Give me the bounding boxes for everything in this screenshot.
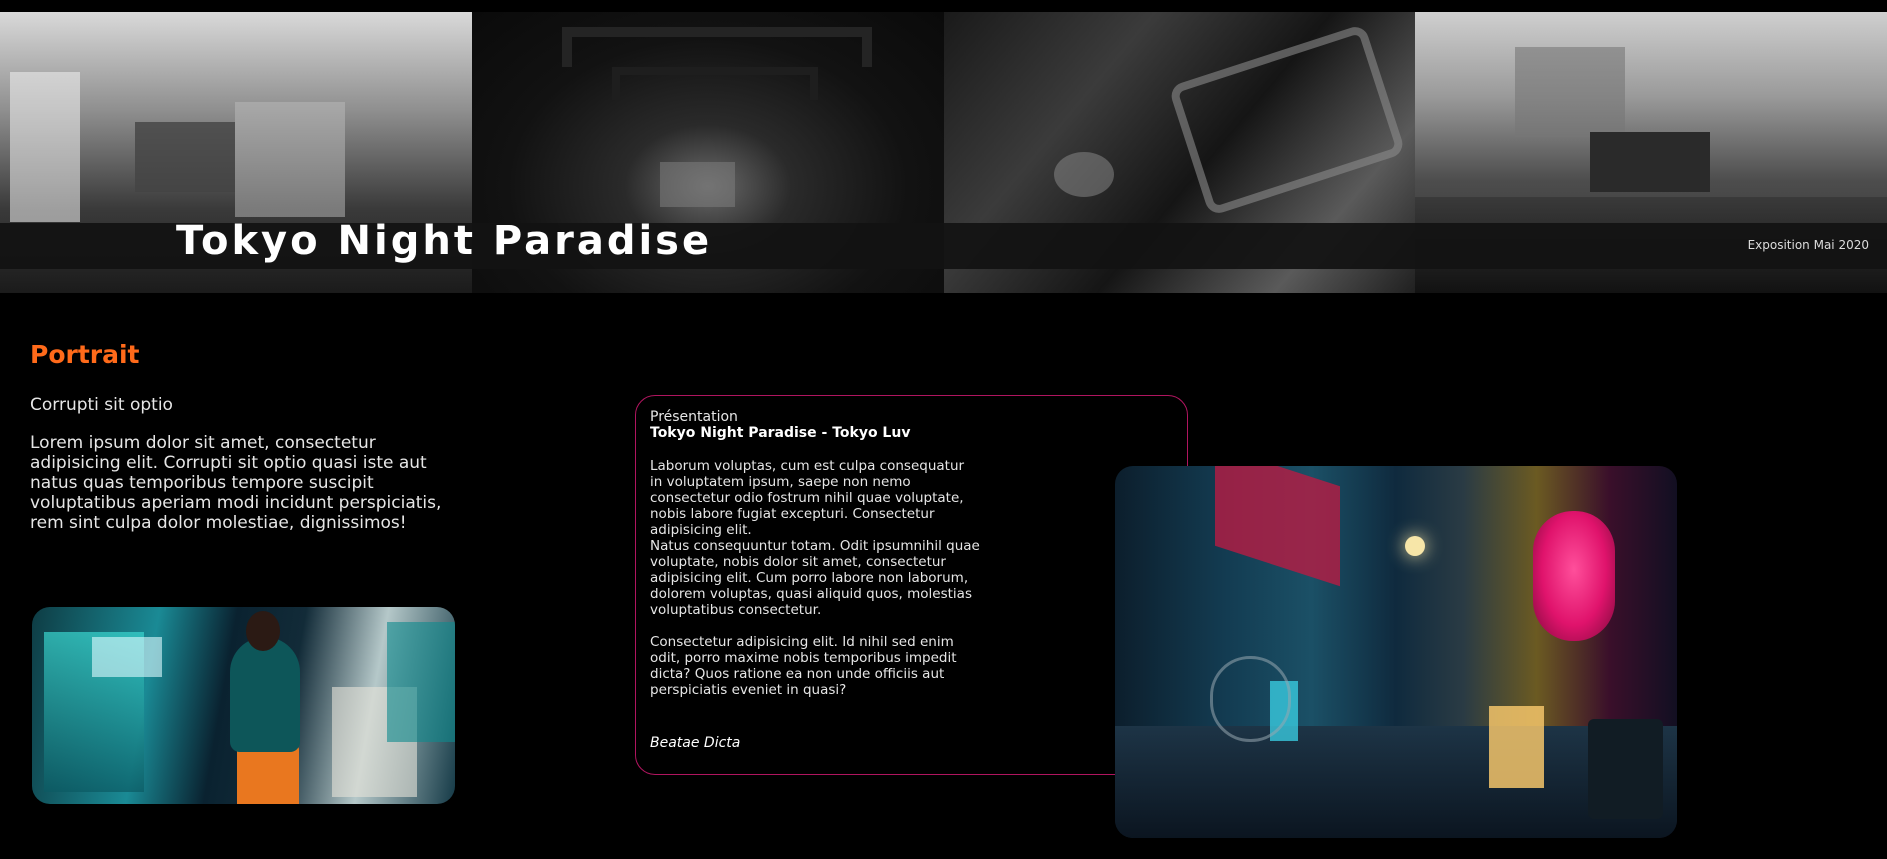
torii-frame xyxy=(561,27,872,67)
exhibition-date: Exposition Mai 2020 xyxy=(1747,238,1869,252)
awning-shape xyxy=(1215,466,1340,587)
billboard-shape xyxy=(92,637,162,677)
bicycle-shape xyxy=(1210,656,1291,742)
presentation-paragraph: Natus consequuntur totam. Odit ipsumnihi… xyxy=(650,538,980,618)
trash-can-shape xyxy=(1588,719,1663,819)
joystick-shape xyxy=(1053,152,1114,197)
street-light-shape xyxy=(1405,536,1425,556)
gate-shape xyxy=(1590,132,1711,192)
arcade-machine-shape xyxy=(1167,23,1406,217)
building-shape xyxy=(235,102,345,217)
tunnel-light xyxy=(659,162,735,207)
shop-sign-shape xyxy=(1489,706,1544,788)
presentation-paragraph: Laborum voluptas, cum est culpa consequa… xyxy=(650,458,965,538)
screen-shape xyxy=(387,622,455,742)
lantern-shape xyxy=(1533,511,1615,641)
person-head-shape xyxy=(246,611,280,651)
presentation-label: Présentation xyxy=(650,409,738,425)
presentation-paragraph: Consectetur adipisicing elit. Id nihil s… xyxy=(650,634,957,698)
building-shape xyxy=(10,72,80,222)
presentation-heading: Tokyo Night Paradise - Tokyo Luv xyxy=(650,425,911,441)
presentation-signature: Beatae Dicta xyxy=(650,735,741,751)
portrait-subtitle: Corrupti sit optio xyxy=(30,395,173,415)
building-shape xyxy=(1515,47,1626,137)
torii-frame xyxy=(611,67,818,100)
portrait-heading: Portrait xyxy=(30,340,140,369)
billboard-shape xyxy=(135,122,235,192)
person-shape xyxy=(230,637,300,752)
site-title: Tokyo Night Paradise xyxy=(176,218,713,264)
portrait-photo xyxy=(32,607,455,804)
portrait-description: Lorem ipsum dolor sit amet, consectetur … xyxy=(30,433,442,533)
alley-photo xyxy=(1115,466,1677,838)
